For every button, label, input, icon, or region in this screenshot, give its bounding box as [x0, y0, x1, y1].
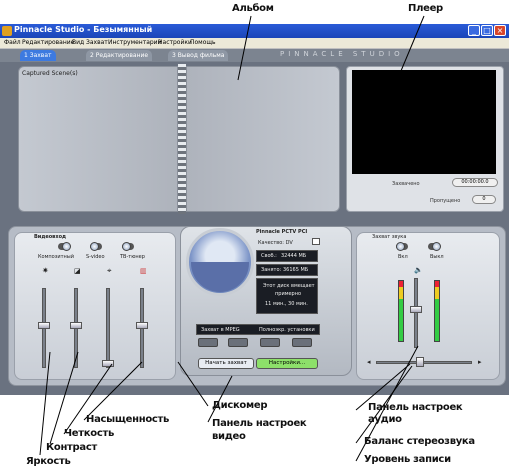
- label-player: Плеер: [408, 3, 443, 14]
- label-record-level: Уровень записи: [364, 454, 451, 465]
- label-sharpness: Четкость: [64, 428, 114, 439]
- label-stereo-balance: Баланс стереозвука: [364, 436, 475, 447]
- label-video-settings-2: видео: [212, 431, 246, 442]
- label-contrast: Контраст: [46, 442, 97, 453]
- label-disc-meter: Дискомер: [212, 400, 268, 411]
- label-audio-settings-2: аудио: [368, 414, 402, 425]
- label-brightness: Яркость: [26, 456, 71, 467]
- label-album: Альбом: [232, 3, 274, 14]
- label-audio-settings-1: Панель настроек: [368, 402, 463, 413]
- label-video-settings-1: Панель настроек: [212, 418, 307, 429]
- label-saturation: Насыщенность: [86, 414, 170, 425]
